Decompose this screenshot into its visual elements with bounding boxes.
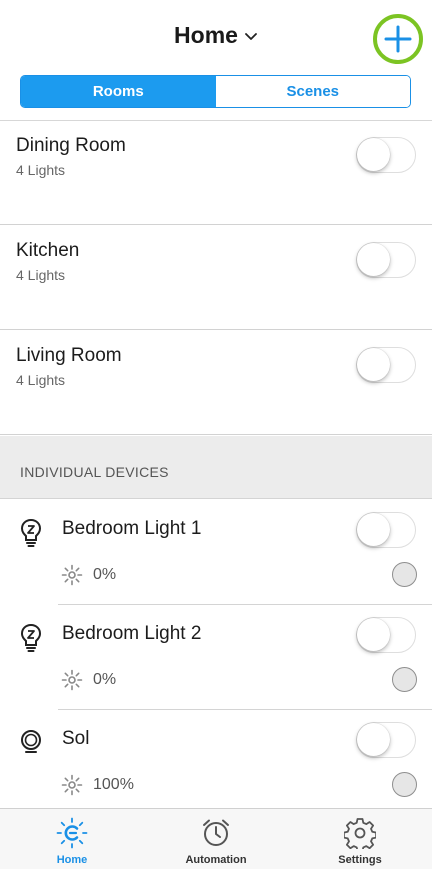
tab-label: Settings <box>338 854 382 866</box>
device-toggle[interactable] <box>356 617 416 653</box>
toggle-knob <box>357 513 390 546</box>
tab-label: Home <box>56 854 88 866</box>
tab-settings[interactable]: Settings <box>288 809 432 869</box>
toggle-knob <box>357 348 390 381</box>
plus-icon <box>384 25 412 53</box>
tab-bar: Home Automation Settings <box>0 808 432 869</box>
device-row-bedroom-light-1[interactable]: Bedroom Light 1 0% <box>0 500 432 605</box>
device-row-sol[interactable]: Sol 100% <box>0 710 432 808</box>
device-select-radio[interactable] <box>392 562 417 587</box>
brightness-value: 0% <box>93 671 117 688</box>
room-name: Kitchen <box>16 240 80 261</box>
alarm-clock-icon <box>203 819 229 846</box>
device-row-bedroom-light-2[interactable]: Bedroom Light 2 0% <box>0 605 432 710</box>
zigbee-bulb-icon <box>20 623 42 652</box>
brightness-value: 100% <box>93 776 134 793</box>
tab-home[interactable]: Home <box>0 809 144 869</box>
room-toggle[interactable] <box>356 137 416 173</box>
page-title: Home <box>174 22 238 48</box>
home-c-logo-icon <box>56 817 88 849</box>
zigbee-bulb-icon <box>20 518 42 547</box>
chevron-down-icon <box>245 32 257 40</box>
device-name: Bedroom Light 1 <box>62 518 202 539</box>
device-select-radio[interactable] <box>392 667 417 692</box>
device-toggle[interactable] <box>356 722 416 758</box>
room-light-count: 4 Lights <box>16 267 66 283</box>
room-toggle[interactable] <box>356 347 416 383</box>
toggle-knob <box>357 618 390 651</box>
room-row-kitchen[interactable]: Kitchen 4 Lights <box>0 226 432 330</box>
section-label: INDIVIDUAL DEVICES <box>20 464 169 480</box>
segment-scenes[interactable]: Scenes <box>215 76 410 107</box>
segment-rooms[interactable]: Rooms <box>21 76 216 107</box>
gear-icon <box>344 818 376 849</box>
device-toggle[interactable] <box>356 512 416 548</box>
device-name: Sol <box>62 728 90 749</box>
brightness-icon <box>61 774 83 796</box>
room-toggle[interactable] <box>356 242 416 278</box>
rooms-scenes-segmented-control: Rooms Scenes <box>20 75 411 108</box>
toggle-knob <box>357 138 390 171</box>
section-header-individual-devices: INDIVIDUAL DEVICES <box>0 436 432 499</box>
toggle-knob <box>357 723 390 756</box>
add-button[interactable] <box>373 14 423 64</box>
tab-automation[interactable]: Automation <box>144 809 288 869</box>
home-selector[interactable]: Home <box>0 22 432 49</box>
tab-label: Automation <box>185 854 247 866</box>
room-row-living-room[interactable]: Living Room 4 Lights <box>0 331 432 435</box>
device-select-radio[interactable] <box>392 772 417 797</box>
room-light-count: 4 Lights <box>16 162 66 178</box>
room-name: Living Room <box>16 345 122 366</box>
sol-lamp-icon <box>21 730 41 753</box>
brightness-icon <box>61 669 83 691</box>
room-row-dining-room[interactable]: Dining Room 4 Lights <box>0 121 432 225</box>
room-light-count: 4 Lights <box>16 372 66 388</box>
brightness-icon <box>61 564 83 586</box>
toggle-knob <box>357 243 390 276</box>
room-name: Dining Room <box>16 135 126 156</box>
device-name: Bedroom Light 2 <box>62 623 202 644</box>
brightness-value: 0% <box>93 566 117 583</box>
header: Home <box>0 0 432 72</box>
